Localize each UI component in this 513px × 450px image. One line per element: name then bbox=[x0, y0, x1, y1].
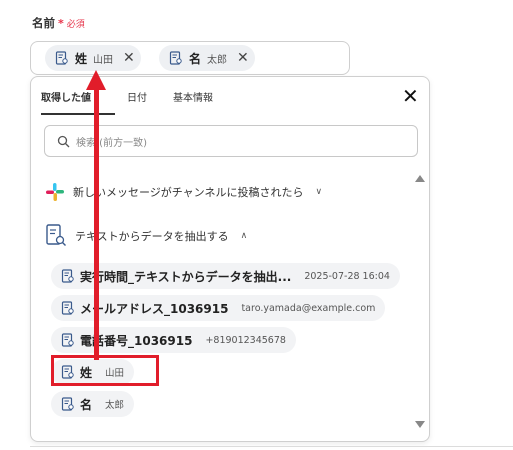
name-input[interactable]: 姓 山田 ✕ 名 太郎 ✕ bbox=[30, 41, 350, 75]
search-icon bbox=[57, 135, 70, 147]
selected-chip-sei[interactable]: 姓 山田 ✕ bbox=[45, 45, 141, 71]
chevron-down-icon[interactable]: ∨ bbox=[315, 187, 322, 197]
document-icon bbox=[169, 51, 182, 65]
list-item[interactable]: 電話番号_1036915 +819012345678 bbox=[51, 327, 296, 353]
remove-chip-icon[interactable]: ✕ bbox=[123, 50, 135, 66]
document-icon bbox=[61, 333, 74, 347]
item-key: 実行時間_テキストからデータを抽出... bbox=[80, 269, 292, 284]
item-value: 2025-07-28 16:04 bbox=[304, 270, 390, 282]
section-title: 新しいメッセージがチャンネルに投稿されたら bbox=[73, 186, 304, 199]
document-icon bbox=[61, 269, 74, 283]
list-item[interactable]: 名 太郎 bbox=[51, 391, 135, 417]
tab-fetched-values[interactable]: 取得した値 bbox=[41, 89, 91, 104]
item-value: 太郎 bbox=[105, 400, 125, 411]
required-mark: * bbox=[58, 16, 64, 30]
item-key: メールアドレス_1036915 bbox=[80, 301, 229, 316]
section-slack-trigger[interactable]: 新しいメッセージがチャンネルに投稿されたら ∨ bbox=[45, 182, 322, 202]
active-tab-indicator bbox=[41, 113, 115, 115]
item-key: 名 bbox=[80, 397, 93, 412]
annotation-arrow-shaft bbox=[94, 88, 99, 360]
chip-value: 太郎 bbox=[207, 54, 228, 66]
document-search-icon bbox=[46, 224, 66, 246]
search-placeholder: 検索 (前方一致) bbox=[76, 137, 147, 149]
required-text: 必須 bbox=[66, 19, 85, 30]
section-extract-data[interactable]: テキストからデータを抽出する ∧ bbox=[45, 224, 247, 248]
document-icon bbox=[55, 51, 68, 65]
chip-value: 山田 bbox=[93, 54, 114, 66]
document-icon bbox=[61, 301, 74, 315]
chip-key: 名 bbox=[189, 51, 202, 66]
item-value: taro.yamada@example.com bbox=[241, 302, 376, 314]
scroll-up-icon[interactable] bbox=[415, 175, 425, 182]
annotation-arrow-head bbox=[86, 70, 106, 90]
value-picker-popup: 取得した値 日付 基本情報 ✕ 検索 (前方一致) 新しいメッセージがチャンネル… bbox=[30, 76, 430, 442]
remove-chip-icon[interactable]: ✕ bbox=[237, 50, 249, 66]
list-item[interactable]: メールアドレス_1036915 taro.yamada@example.com bbox=[51, 295, 386, 321]
highlight-box bbox=[51, 355, 159, 386]
selected-chip-mei[interactable]: 名 太郎 ✕ bbox=[159, 45, 255, 71]
tab-basic-info[interactable]: 基本情報 bbox=[173, 89, 213, 104]
close-icon[interactable]: ✕ bbox=[402, 86, 419, 106]
divider bbox=[30, 446, 513, 447]
chip-key: 姓 bbox=[75, 51, 88, 66]
item-value: +819012345678 bbox=[205, 334, 286, 346]
scroll-down-icon[interactable] bbox=[415, 421, 425, 428]
slack-icon bbox=[46, 183, 64, 201]
field-label: 名前 * 必須 bbox=[32, 15, 85, 31]
search-input[interactable]: 検索 (前方一致) bbox=[44, 125, 418, 157]
chevron-up-icon[interactable]: ∧ bbox=[241, 231, 248, 241]
field-label-text: 名前 bbox=[32, 16, 55, 30]
document-icon bbox=[61, 397, 74, 411]
list-item[interactable]: 実行時間_テキストからデータを抽出... 2025-07-28 16:04 bbox=[51, 263, 400, 289]
tab-date[interactable]: 日付 bbox=[127, 89, 147, 104]
